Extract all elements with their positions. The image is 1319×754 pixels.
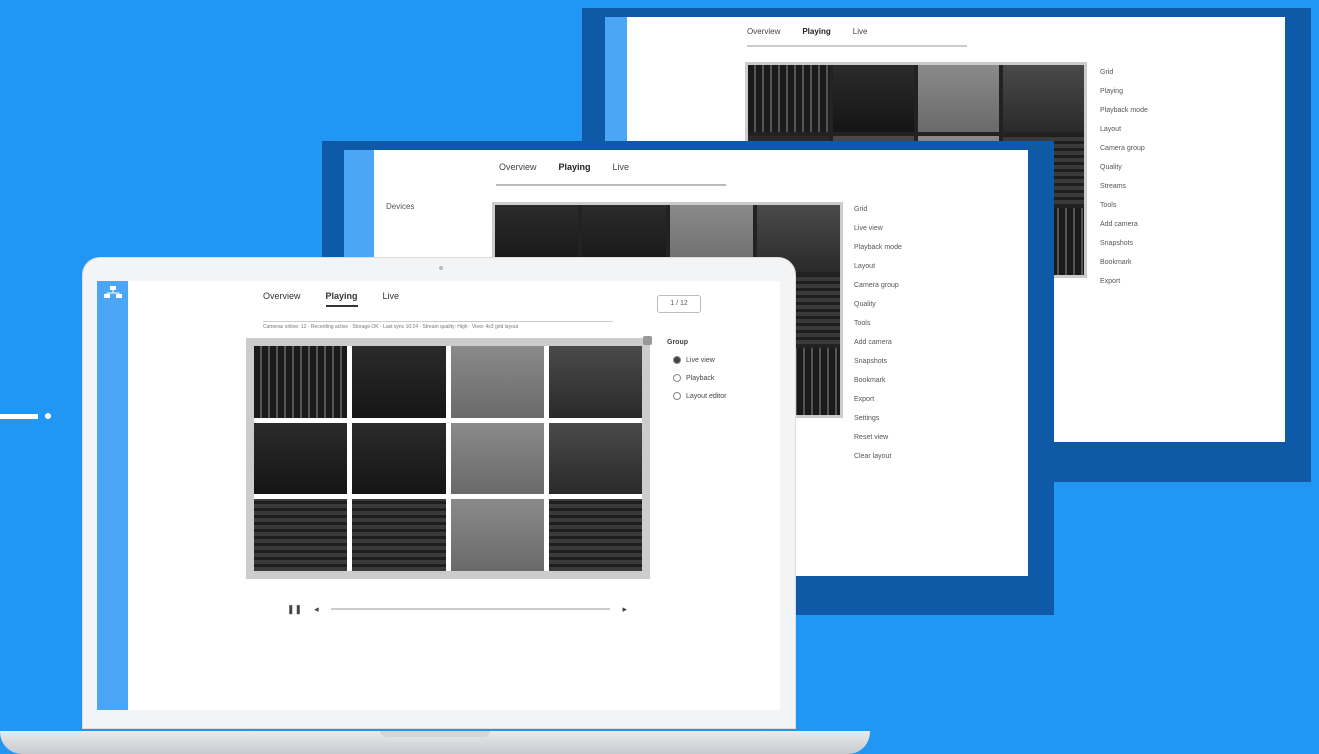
pause-icon[interactable]: ❚❚ [287,604,302,615]
camera-tile[interactable] [254,499,348,571]
app-sidebar [97,281,128,710]
laptop-base [0,731,870,754]
panel-label[interactable]: Export [854,390,1014,409]
option-playback[interactable]: Playback [673,374,726,382]
mid-window-divider [496,184,726,186]
viewer-resize-handle[interactable] [643,336,652,345]
camera-tile[interactable] [748,65,829,133]
back-tab-overview[interactable]: Overview [747,27,780,36]
panel-label[interactable]: Camera group [854,276,1014,295]
panel-label[interactable]: Camera group [1100,139,1250,158]
panel-label: Grid [854,206,868,213]
mid-window-tabs: Overview Playing Live [499,162,629,172]
laptop-camera [439,266,443,270]
mid-tab-live[interactable]: Live [613,162,630,172]
panel-label[interactable]: Bookmark [854,371,1014,390]
panel-label[interactable]: Quality [854,295,1014,314]
mid-tab-playing[interactable]: Playing [559,162,591,172]
radio-icon[interactable] [673,392,681,400]
panel-label: Layout [1100,126,1122,133]
camera-tile[interactable] [548,499,642,571]
page-indicator[interactable]: 1 / 12 [657,295,701,313]
camera-tile[interactable] [1003,65,1084,133]
panel-label[interactable]: Playback mode [854,238,1014,257]
panel-label: Tools [1100,202,1117,209]
camera-tile[interactable] [450,422,544,495]
panel-label[interactable]: Add camera [1100,215,1250,234]
mid-tab-overview[interactable]: Overview [499,162,537,172]
panel-label[interactable]: Playback mode [1100,101,1250,120]
panel-label: Layout [854,263,876,270]
camera-tile[interactable] [254,422,348,495]
back-window-tabs: Overview Playing Live [747,27,867,36]
camera-tile[interactable] [352,422,446,495]
panel-label: Tools [854,320,871,327]
mid-side-label: Devices [386,202,415,211]
decorative-dash [0,414,38,419]
back-window-divider [747,45,967,47]
panel-label[interactable]: Snapshots [854,352,1014,371]
playback-progress-slider[interactable] [330,608,611,610]
playback-bar: ❚❚ ◂ ▸ [287,599,627,619]
panel-label: Grid [1100,69,1114,76]
option-label: Live view [686,356,715,364]
option-layout-editor[interactable]: Layout editor [673,392,726,400]
laptop-notch [380,731,490,737]
panel-header: Group [667,339,688,346]
panel-label[interactable]: Snapshots [1100,234,1250,253]
option-live-view[interactable]: Live view [673,356,726,364]
back-tab-playing[interactable]: Playing [802,27,830,36]
prev-icon[interactable]: ◂ [314,604,319,615]
view-options-panel: Group Live view Playback Layout editor [667,339,726,400]
laptop-screen: Overview Playing Live Cameras online: 12… [97,281,780,710]
app-logo-icon [104,286,122,298]
panel-label[interactable]: Reset view [854,428,1014,447]
next-icon[interactable]: ▸ [622,604,627,615]
radio-selected-icon[interactable] [673,356,681,364]
panel-label[interactable]: Playing [1100,82,1250,101]
camera-tile[interactable] [548,346,642,418]
back-settings-panel: Grid Playing Playback mode Layout Camera… [1100,63,1250,291]
camera-tile[interactable] [254,346,348,418]
panel-label[interactable]: Clear layout [854,447,1014,466]
panel-label[interactable]: Live view [854,219,1014,238]
mid-settings-panel: Grid Live view Playback mode Layout Came… [854,200,1014,466]
panel-label[interactable]: Bookmark [1100,253,1250,272]
camera-tile[interactable] [352,499,446,571]
camera-grid [254,346,642,571]
camera-tile[interactable] [352,346,446,418]
main-tabs: Overview Playing Live [263,291,399,307]
panel-label[interactable]: Streams [1100,177,1250,196]
decorative-dot [45,413,51,419]
option-label: Layout editor [686,392,727,400]
radio-icon[interactable] [673,374,681,382]
tab-overview[interactable]: Overview [263,291,301,307]
tab-live[interactable]: Live [383,291,400,307]
camera-tile[interactable] [918,65,999,133]
panel-label[interactable]: Settings [854,409,1014,428]
panel-label[interactable]: Quality [1100,158,1250,177]
panel-label[interactable]: Add camera [854,333,1014,352]
camera-tile[interactable] [833,65,914,133]
status-line: Cameras online: 12 · Recording active · … [263,321,613,330]
camera-viewer [246,336,652,579]
option-label: Playback [686,374,715,382]
panel-label[interactable]: Export [1100,272,1250,291]
camera-tile[interactable] [450,499,544,571]
camera-tile[interactable] [450,346,544,418]
tab-playing[interactable]: Playing [325,291,358,307]
back-tab-live[interactable]: Live [853,27,868,36]
camera-tile[interactable] [548,422,642,495]
